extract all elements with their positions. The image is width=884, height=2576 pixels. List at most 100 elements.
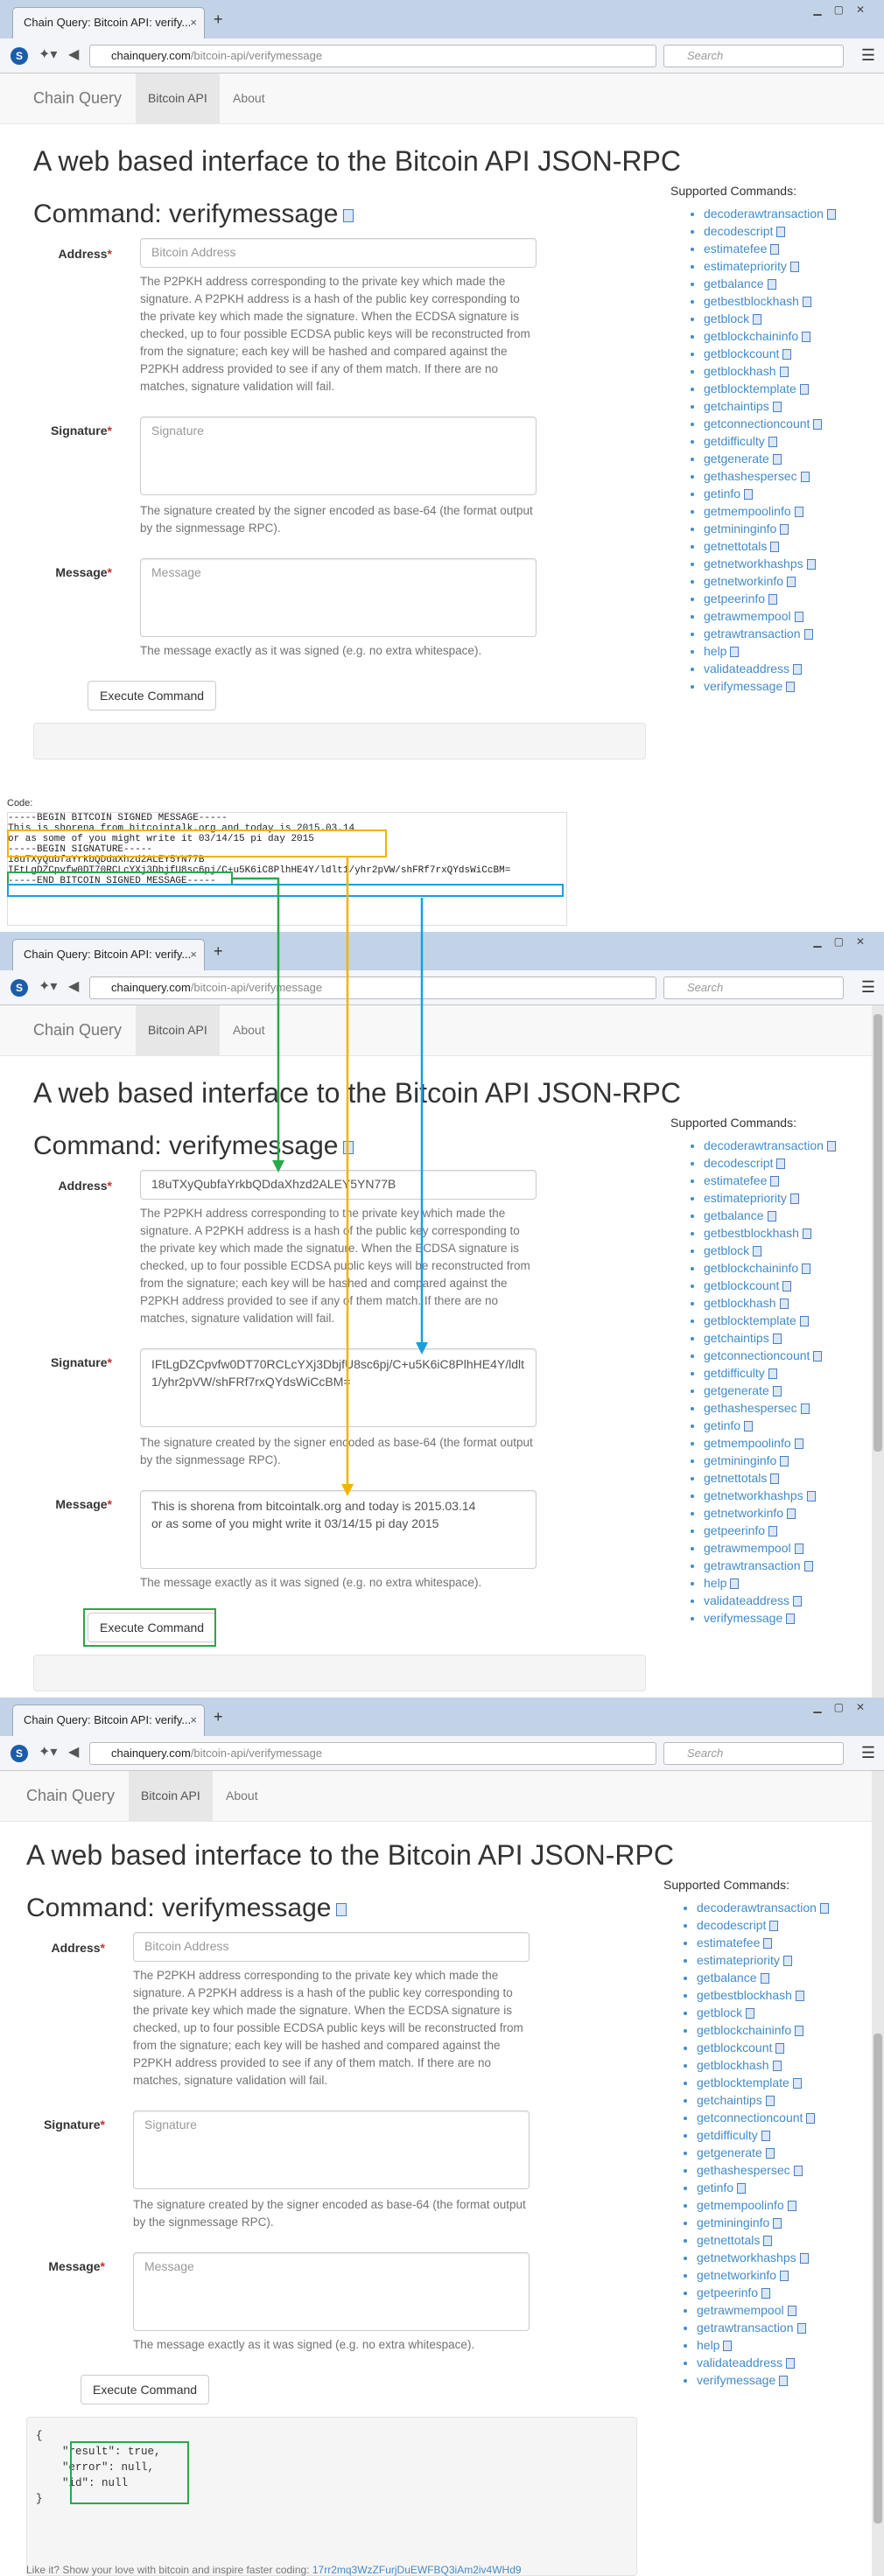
command-link[interactable]: help	[704, 1576, 726, 1590]
doc-icon[interactable]	[768, 1368, 777, 1380]
doc-icon[interactable]	[782, 1956, 792, 1967]
command-link[interactable]: getgenerate	[697, 2146, 762, 2160]
sidebar-command-getgenerate[interactable]: getgenerate	[704, 1382, 863, 1399]
doc-icon[interactable]	[806, 559, 816, 570]
window-controls[interactable]: ▁▢✕	[813, 935, 877, 948]
sidebar-command-gethashespersec[interactable]: gethashespersec	[704, 1399, 863, 1417]
command-link[interactable]: getbestblockhash	[704, 1226, 799, 1240]
sidebar-command-getblock[interactable]: getblock	[697, 2004, 856, 2021]
close-tab-icon[interactable]: ×	[190, 1705, 197, 1735]
sidebar-command-getblockhash[interactable]: getblockhash	[704, 362, 863, 380]
doc-icon[interactable]	[794, 1544, 803, 1555]
sidebar-command-verifymessage[interactable]: verifymessage	[704, 1609, 863, 1627]
doc-icon[interactable]	[343, 1140, 354, 1154]
command-link[interactable]: getrawmempool	[704, 1541, 791, 1555]
doc-icon[interactable]	[793, 1596, 803, 1607]
doc-icon[interactable]	[767, 279, 776, 290]
doc-icon[interactable]	[730, 1578, 740, 1590]
command-link[interactable]: estimatepriority	[704, 259, 787, 273]
command-link[interactable]: getbalance	[704, 1208, 764, 1222]
command-link[interactable]: getmininginfo	[704, 522, 776, 536]
doc-icon[interactable]	[770, 244, 780, 256]
new-tab-button[interactable]: +	[214, 1708, 223, 1726]
s-logo-icon[interactable]: S	[11, 979, 28, 997]
sidebar-command-getmempoolinfo[interactable]: getmempoolinfo	[697, 2196, 856, 2214]
doc-icon[interactable]	[786, 682, 796, 693]
doc-icon[interactable]	[799, 1316, 809, 1327]
doc-icon[interactable]	[760, 1973, 769, 1984]
sidebar-command-getblockchaininfo[interactable]: getblockchaininfo	[704, 1259, 863, 1277]
command-link[interactable]: verifymessage	[704, 679, 782, 693]
doc-icon[interactable]	[793, 664, 803, 676]
doc-icon[interactable]	[772, 1334, 782, 1345]
command-link[interactable]: getmininginfo	[704, 1453, 776, 1467]
doc-icon[interactable]	[765, 2096, 775, 2107]
sidebar-command-getbalance[interactable]: getbalance	[704, 275, 863, 292]
sidebar-command-getblocktemplate[interactable]: getblocktemplate	[697, 2074, 856, 2091]
sidebar-command-getrawmempool[interactable]: getrawmempool	[697, 2301, 856, 2319]
sidebar-command-estimatepriority[interactable]: estimatepriority	[704, 1189, 863, 1207]
command-link[interactable]: getrawmempool	[704, 609, 791, 623]
sidebar-command-getblockcount[interactable]: getblockcount	[704, 345, 863, 362]
doc-icon[interactable]	[803, 1561, 813, 1572]
signature-input[interactable]: IFtLgDZCpvfw0DT70RCLcYXj3DbjfU8sc6pj/C+u…	[140, 1348, 537, 1427]
sidebar-command-estimatefee[interactable]: estimatefee	[704, 1172, 863, 1189]
sidebar-command-verifymessage[interactable]: verifymessage	[697, 2371, 856, 2389]
doc-icon[interactable]	[767, 1211, 776, 1222]
doc-icon[interactable]	[792, 2078, 802, 2090]
command-link[interactable]: validateaddress	[697, 2356, 782, 2370]
command-link[interactable]: getblockhash	[704, 364, 776, 378]
sidebar-command-help[interactable]: help	[704, 642, 863, 660]
doc-icon[interactable]	[776, 227, 786, 238]
sidebar-command-getblocktemplate[interactable]: getblocktemplate	[704, 380, 863, 397]
sidebar-command-verifymessage[interactable]: verifymessage	[704, 677, 863, 695]
command-link[interactable]: getnetworkinfo	[697, 2268, 776, 2282]
doc-icon[interactable]	[737, 2183, 747, 2194]
doc-icon[interactable]	[813, 1351, 823, 1362]
command-link[interactable]: getmempoolinfo	[704, 504, 791, 518]
command-link[interactable]: getinfo	[704, 486, 740, 500]
addon-icon[interactable]: ✦▾	[39, 1743, 57, 1760]
doc-icon[interactable]	[787, 1508, 796, 1520]
execute-command-button[interactable]: Execute Command	[88, 681, 217, 710]
sidebar-command-getdifficulty[interactable]: getdifficulty	[697, 2126, 856, 2144]
command-link[interactable]: getblocktemplate	[697, 2076, 789, 2090]
doc-icon[interactable]	[761, 2131, 770, 2142]
doc-icon[interactable]	[779, 1298, 789, 1310]
nav-about[interactable]: About	[221, 74, 277, 123]
sidebar-command-getnetworkhashps[interactable]: getnetworkhashps	[704, 1487, 863, 1504]
command-link[interactable]: getblockchaininfo	[704, 329, 798, 343]
command-link[interactable]: getgenerate	[704, 1383, 769, 1397]
command-link[interactable]: gethashespersec	[697, 2163, 790, 2177]
sidebar-command-getblocktemplate[interactable]: getblocktemplate	[704, 1312, 863, 1329]
sidebar-command-getconnectioncount[interactable]: getconnectioncount	[704, 1347, 863, 1364]
command-link[interactable]: decodescript	[697, 1918, 766, 1932]
sidebar-command-estimatefee[interactable]: estimatefee	[704, 240, 863, 257]
sidebar-command-getinfo[interactable]: getinfo	[704, 1417, 863, 1434]
command-link[interactable]: verifymessage	[704, 1611, 782, 1625]
doc-icon[interactable]	[800, 472, 810, 483]
command-link[interactable]: getrawtransaction	[704, 1558, 801, 1572]
command-link[interactable]: getgenerate	[704, 452, 769, 466]
sidebar-command-validateaddress[interactable]: validateaddress	[697, 2354, 856, 2371]
command-link[interactable]: estimatepriority	[697, 1953, 780, 1967]
doc-icon[interactable]	[803, 629, 813, 640]
hamburger-menu-icon[interactable]: ☰	[861, 978, 875, 997]
sidebar-command-getmininginfo[interactable]: getmininginfo	[704, 520, 863, 537]
sidebar-command-getchaintips[interactable]: getchaintips	[704, 1329, 863, 1347]
sidebar-command-getmempoolinfo[interactable]: getmempoolinfo	[704, 1434, 863, 1452]
command-link[interactable]: getchaintips	[697, 2093, 762, 2107]
command-link[interactable]: getconnectioncount	[697, 2110, 803, 2124]
browser-tab[interactable]: Chain Query: Bitcoin API: verify... ×	[12, 7, 205, 38]
command-link[interactable]: decoderawtransaction	[704, 206, 824, 220]
doc-icon[interactable]	[763, 1938, 773, 1950]
doc-icon[interactable]	[780, 1456, 789, 1467]
doc-icon[interactable]	[772, 2061, 782, 2072]
command-link[interactable]: gethashespersec	[704, 1401, 797, 1415]
address-input[interactable]: 18uTXyQubfaYrkbQDdaXhzd2ALEY5YN77B	[140, 1170, 537, 1200]
close-tab-icon[interactable]: ×	[190, 940, 197, 970]
command-link[interactable]: decoderawtransaction	[697, 1900, 817, 1914]
command-link[interactable]: getconnectioncount	[704, 416, 810, 430]
sidebar-command-getnettotals[interactable]: getnettotals	[697, 2231, 856, 2249]
doc-icon[interactable]	[776, 1158, 786, 1170]
